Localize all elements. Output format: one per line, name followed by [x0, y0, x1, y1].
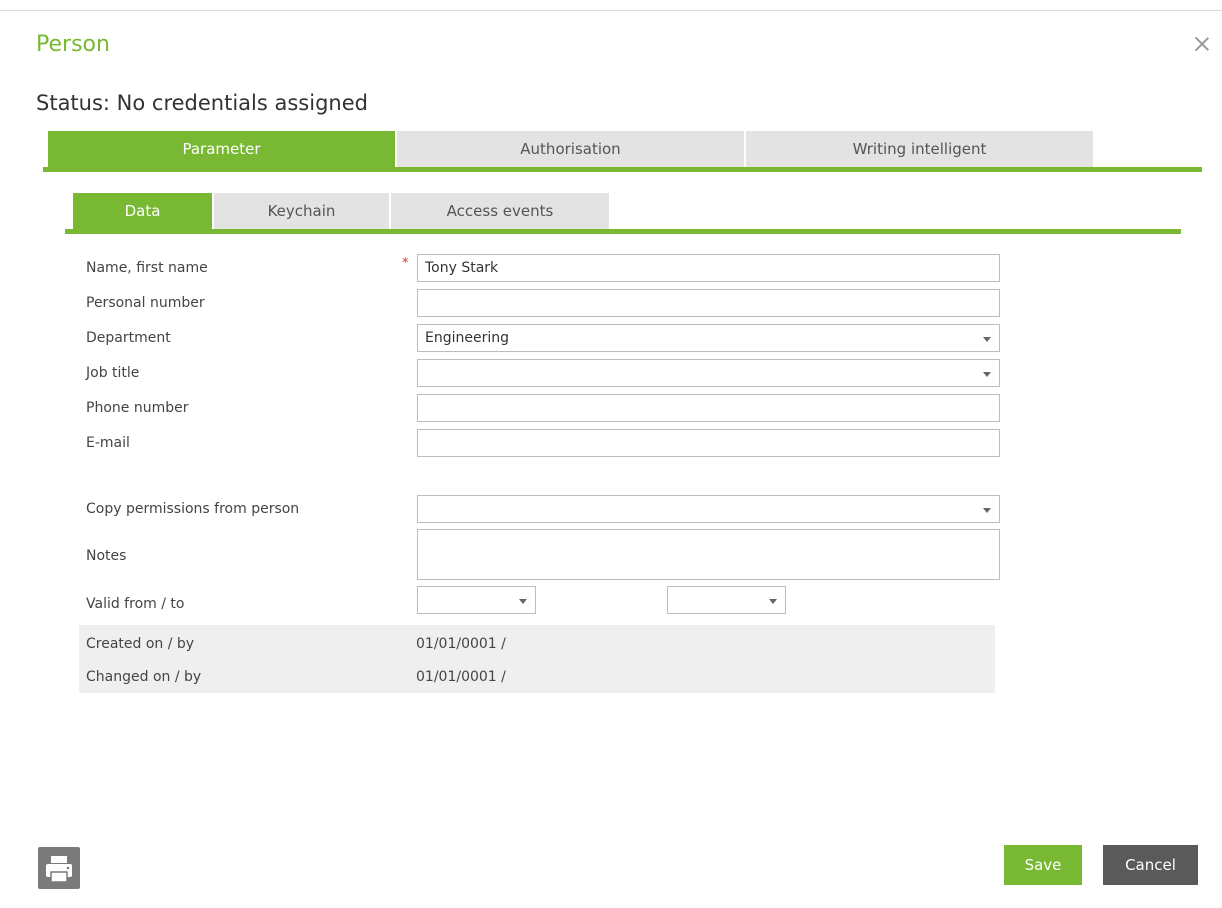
- save-button[interactable]: Save: [1004, 845, 1082, 885]
- job-title-label: Job title: [86, 365, 140, 381]
- main-tabs-underline: [43, 167, 1202, 172]
- audit-info-box: [79, 625, 995, 693]
- personal-number-label: Personal number: [86, 295, 205, 311]
- status-text: Status: No credentials assigned: [36, 91, 368, 115]
- copy-permissions-label: Copy permissions from person: [86, 501, 300, 517]
- chevron-down-icon: [983, 372, 991, 377]
- chevron-down-icon: [983, 337, 991, 342]
- tab-writing-intelligent[interactable]: Writing intelligent: [746, 131, 1095, 167]
- department-value: Engineering: [425, 330, 509, 346]
- changed-label: Changed on / by: [86, 669, 202, 685]
- created-value: 01/01/0001 /: [416, 636, 506, 652]
- notes-label: Notes: [86, 548, 127, 564]
- notes-field[interactable]: [417, 529, 1000, 580]
- valid-to-select[interactable]: [667, 586, 786, 614]
- department-label: Department: [86, 330, 171, 346]
- personal-number-field[interactable]: [417, 289, 1000, 317]
- printer-icon[interactable]: [38, 847, 80, 889]
- main-tabs: Parameter Authorisation Writing intellig…: [48, 131, 1095, 167]
- name-field[interactable]: [417, 254, 1000, 282]
- required-marker: *: [402, 256, 409, 271]
- name-label: Name, first name: [86, 260, 208, 276]
- sub-tabs: Data Keychain Access events: [73, 193, 611, 229]
- tab-access-events[interactable]: Access events: [391, 193, 611, 229]
- chevron-down-icon: [769, 599, 777, 604]
- chevron-down-icon: [983, 508, 991, 513]
- tab-parameter[interactable]: Parameter: [48, 131, 397, 167]
- close-icon[interactable]: [1194, 36, 1210, 52]
- created-label: Created on / by: [86, 636, 195, 652]
- tab-keychain[interactable]: Keychain: [214, 193, 391, 229]
- phone-label: Phone number: [86, 400, 189, 416]
- valid-from-select[interactable]: [417, 586, 536, 614]
- phone-field[interactable]: [417, 394, 1000, 422]
- dialog-top-border: [0, 10, 1222, 11]
- department-select[interactable]: Engineering: [417, 324, 1000, 352]
- tab-authorisation[interactable]: Authorisation: [397, 131, 746, 167]
- email-label: E-mail: [86, 435, 130, 451]
- valid-label: Valid from / to: [86, 596, 185, 612]
- job-title-select[interactable]: [417, 359, 1000, 387]
- sub-tabs-underline: [65, 229, 1181, 234]
- tab-data[interactable]: Data: [73, 193, 214, 229]
- copy-permissions-select[interactable]: [417, 495, 1000, 523]
- cancel-button[interactable]: Cancel: [1103, 845, 1198, 885]
- email-field[interactable]: [417, 429, 1000, 457]
- dialog-title: Person: [36, 32, 110, 57]
- changed-value: 01/01/0001 /: [416, 669, 506, 685]
- chevron-down-icon: [519, 599, 527, 604]
